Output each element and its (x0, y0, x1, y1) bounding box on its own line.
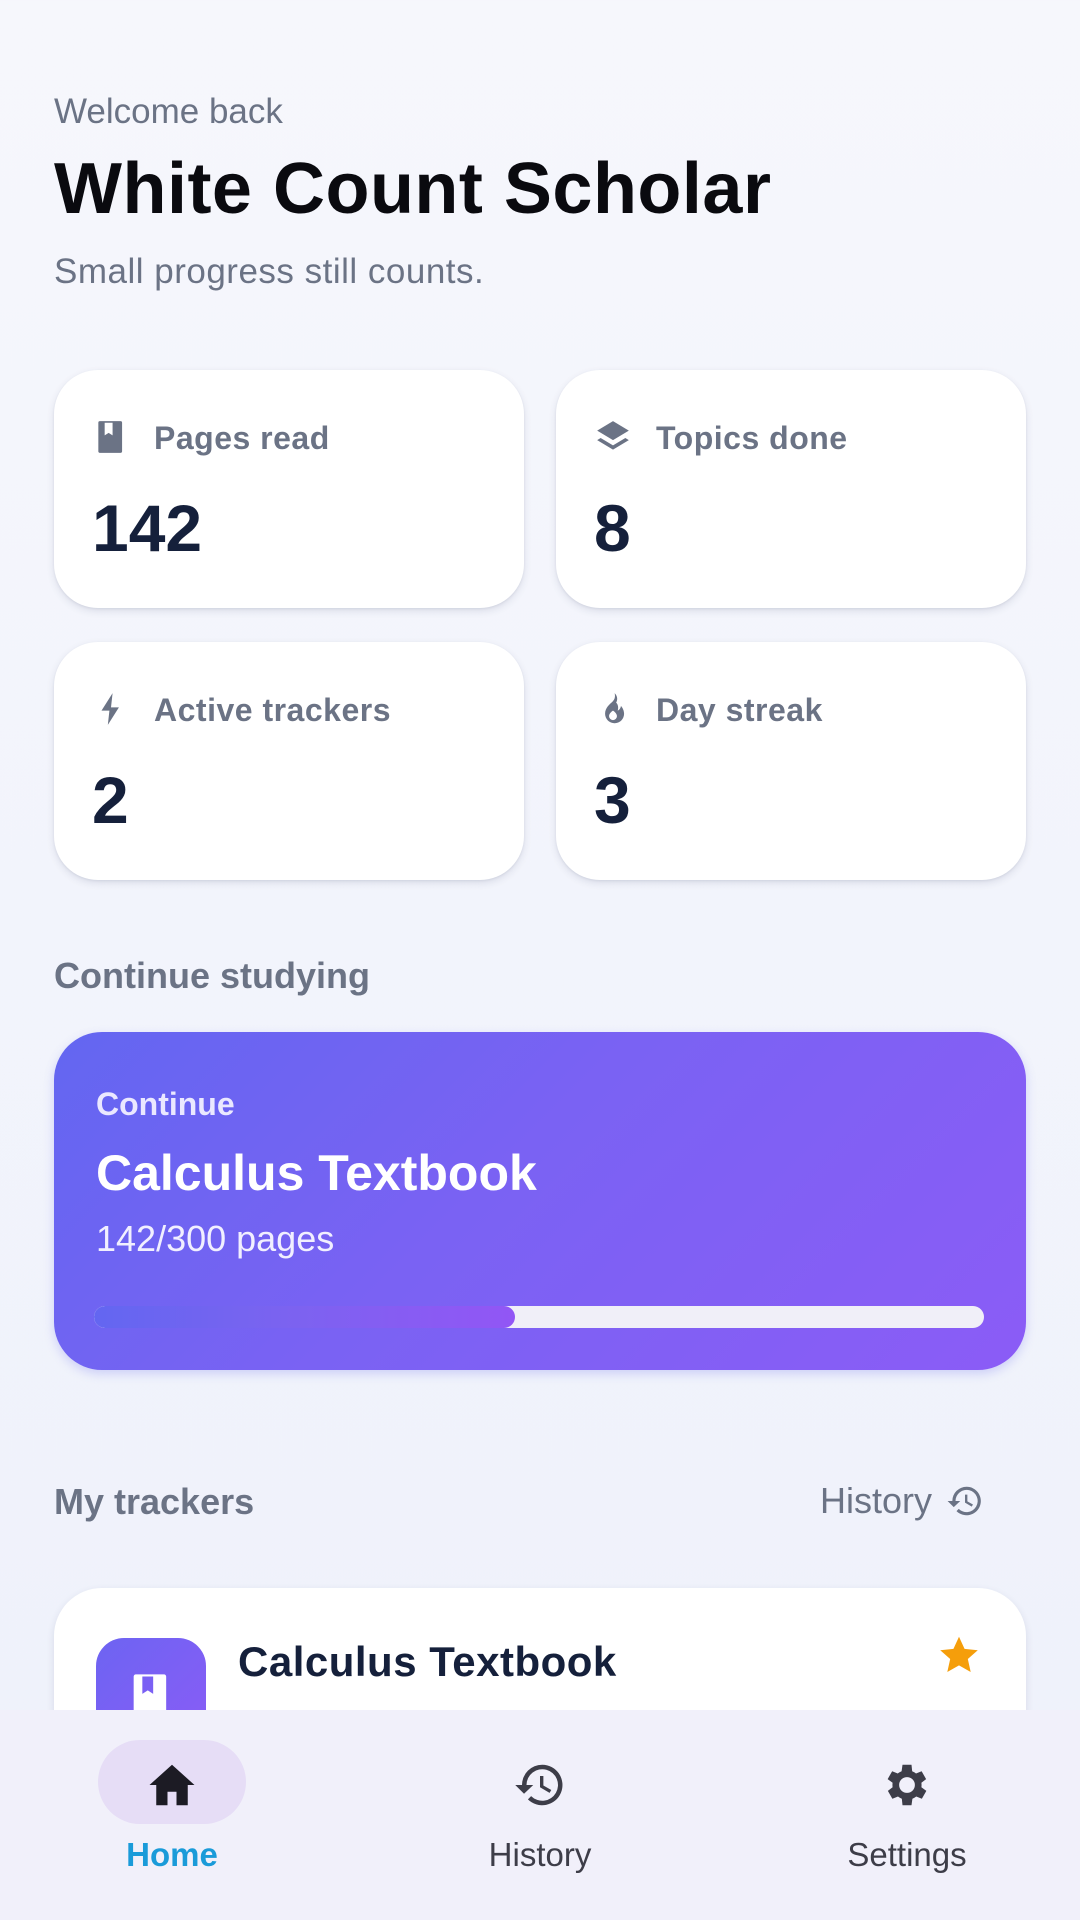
flame-icon (605, 693, 625, 724)
stat-card-active-trackers: Active trackers 2 (54, 642, 524, 880)
stat-card-pages-read: Pages read 142 (54, 370, 524, 608)
stat-value: 2 (92, 763, 129, 837)
tagline: Small progress still counts. (54, 252, 485, 291)
home-screen: Welcome back White Count Scholar Small p… (0, 0, 1080, 1920)
welcome-text: Welcome back (54, 92, 283, 131)
bolt-icon (101, 693, 119, 725)
stat-label: Topics done (656, 420, 848, 456)
progress-bar (94, 1306, 984, 1328)
continue-section-title: Continue studying (54, 955, 370, 996)
tracker-title: Calculus Textbook (238, 1638, 617, 1685)
stat-label: Active trackers (154, 692, 391, 728)
continue-title: Calculus Textbook (96, 1145, 537, 1201)
history-link[interactable]: History (820, 1480, 984, 1522)
continue-label: Continue (96, 1086, 235, 1122)
nav-label: History (488, 1836, 592, 1873)
history-icon (947, 1486, 981, 1516)
stat-label: Day streak (656, 692, 823, 728)
bottom-nav: Home History Settings (0, 1710, 1080, 1920)
nav-item-home[interactable]: Home (0, 1710, 352, 1920)
page-title: White Count Scholar (54, 149, 772, 229)
layers-icon (597, 421, 629, 450)
nav-item-settings[interactable]: Settings (727, 1710, 1080, 1920)
book-icon (98, 421, 123, 453)
stat-value: 142 (92, 491, 203, 565)
trackers-section-title: My trackers (54, 1481, 255, 1522)
nav-label: Home (126, 1836, 218, 1873)
history-icon (515, 1764, 563, 1806)
stat-value: 8 (594, 491, 631, 565)
continue-card[interactable]: Continue Calculus Textbook 142/300 pages (54, 1032, 1026, 1370)
star-icon[interactable] (936, 1632, 982, 1678)
gear-icon (887, 1764, 927, 1806)
nav-label: Settings (847, 1836, 967, 1873)
stat-label: Pages read (154, 420, 330, 456)
nav-item-history[interactable]: History (360, 1710, 720, 1920)
stat-card-topics-done: Topics done 8 (556, 370, 1026, 608)
home-icon (149, 1764, 195, 1806)
history-link-label: History (820, 1480, 933, 1521)
continue-progress-text: 142/300 pages (96, 1218, 335, 1259)
progress-fill (94, 1306, 516, 1328)
stat-card-day-streak: Day streak 3 (556, 642, 1026, 880)
stat-value: 3 (594, 763, 631, 837)
